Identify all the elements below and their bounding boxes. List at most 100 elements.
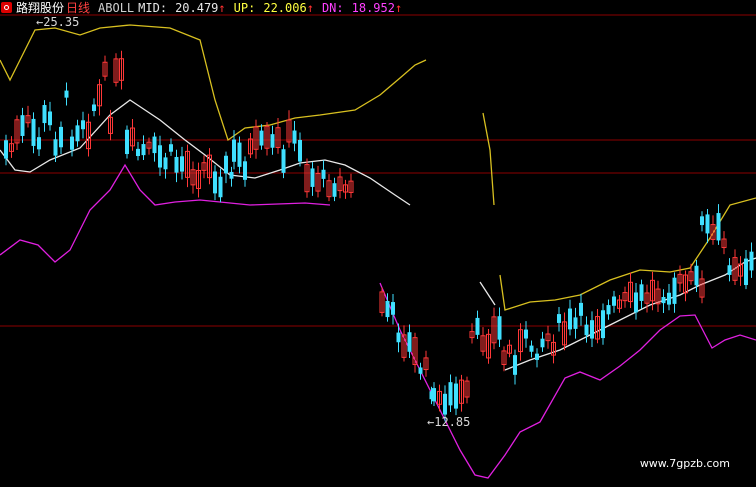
candle-body-fall <box>237 142 242 167</box>
candle-body-fall <box>661 297 666 304</box>
candle-body-fall <box>259 130 264 146</box>
candle-body-fall <box>75 125 80 142</box>
candle-body-fall <box>81 120 85 130</box>
up-band-mid <box>482 112 495 206</box>
candle-body-fall <box>418 367 423 374</box>
mid-label: MID: <box>138 1 168 15</box>
candle-body-fall <box>218 176 223 198</box>
candlestick-chart[interactable] <box>0 0 756 487</box>
candle-body-fall <box>573 317 578 329</box>
candle-body-fall <box>158 145 162 168</box>
period-label[interactable]: 日线 <box>66 1 90 15</box>
candle-body-fall <box>524 329 528 339</box>
candle-body-fall <box>163 157 168 170</box>
candle-body-fall <box>667 292 671 305</box>
candle-body-fall <box>568 308 572 330</box>
candle-body-fall <box>540 338 545 348</box>
indicator-name[interactable]: ABOLL <box>98 1 134 15</box>
candle-body-fall <box>391 302 395 315</box>
candle-body-fall <box>385 300 390 318</box>
candle-body-fall <box>601 310 605 339</box>
candle-body-fall <box>407 332 412 352</box>
candle-body-fall <box>579 302 583 316</box>
candle-body-fall <box>180 156 184 172</box>
candle-body-fall <box>270 134 275 148</box>
mid-band-mid <box>479 281 496 306</box>
candle-body-fall <box>612 296 616 306</box>
candle-body-fall <box>292 130 297 144</box>
up-value: 22.006 <box>263 1 307 15</box>
dn-band-left <box>0 163 331 263</box>
candle-body-fall <box>727 265 732 275</box>
candle-body-fall <box>229 171 234 179</box>
up-arrow-icon: ↑ <box>306 1 314 15</box>
candle-body-fall <box>529 345 534 352</box>
dn-arrow-icon: ↑ <box>394 1 403 15</box>
max-price-label: 25.35 <box>43 15 80 29</box>
candle-body-fall <box>224 155 228 174</box>
candle-body-fall <box>42 105 47 124</box>
candle-body-fall <box>448 382 453 406</box>
candle-body-fall <box>590 320 594 339</box>
candle-body-fall <box>584 324 589 336</box>
chart-gridlines <box>0 14 756 327</box>
watermark: www.7gpzb.com <box>639 457 730 470</box>
candle-body-fall <box>281 149 286 173</box>
candle-body-fall <box>53 139 58 156</box>
candle-body-fall <box>700 216 704 226</box>
candle-body-fall <box>396 332 401 343</box>
candle-body-fall <box>321 169 326 179</box>
candle-body-fall <box>232 139 236 162</box>
candle-body-fall <box>310 168 315 187</box>
candle-body-fall <box>749 251 754 271</box>
candle-body-fall <box>125 129 129 155</box>
candle-body-fall <box>705 214 710 234</box>
candle-body-fall <box>454 383 458 409</box>
candle-body-fall <box>70 136 74 150</box>
candle-body-fall <box>92 104 96 112</box>
candle-body-fall <box>4 140 8 159</box>
mid-arrow-icon: ↑ <box>218 1 226 15</box>
aboll-bands <box>0 24 756 479</box>
candle-body-fall <box>174 156 179 173</box>
mid-value: 20.479 <box>175 1 219 15</box>
candle-body-fall <box>557 314 561 323</box>
candle-body-fall <box>634 292 638 313</box>
up-label: UP: <box>233 1 256 15</box>
candles <box>4 50 754 422</box>
candle-body-fall <box>694 265 699 286</box>
candle-body-fall <box>606 305 611 315</box>
candle-body-fall <box>243 161 247 180</box>
candle-body-fall <box>31 118 36 146</box>
candle-body-fall <box>136 148 140 157</box>
candle-body-fall <box>141 144 146 156</box>
candle-body-fall <box>672 277 677 304</box>
indicator-header: 路翔股份 日线 ABOLL MID: 20.479↑ UP: 22.006↑ DN: 18.95… <box>0 1 402 15</box>
candle-body-fall <box>475 317 480 335</box>
max-price-marker: ←25.35 <box>36 15 80 29</box>
candle-body-fall <box>298 139 302 162</box>
candle-body-fall <box>744 258 748 286</box>
candle-body-fall <box>639 284 644 301</box>
candle-body-fall <box>332 183 337 197</box>
candle-body-fall <box>64 90 69 98</box>
candle-body-fall <box>443 393 447 415</box>
candle-body-fall <box>20 115 25 136</box>
candle-body-fall <box>152 136 157 154</box>
candle-body-fall <box>535 353 539 360</box>
dn-value: 18.952 <box>351 1 395 15</box>
candle-body-fall <box>59 126 63 148</box>
candle-body-fall <box>513 355 517 375</box>
candle-body-fall <box>213 171 217 194</box>
candle-body-fall <box>48 111 52 126</box>
up-band-left <box>0 24 427 142</box>
dn-label: DN: <box>321 1 344 15</box>
candle-body-fall <box>432 388 436 402</box>
candle-body-fall <box>497 316 502 340</box>
stock-name[interactable]: 路翔股份 <box>16 1 64 15</box>
candle-body-fall <box>716 213 721 241</box>
candle-body-fall <box>169 144 173 152</box>
candle-body-fall <box>37 137 41 150</box>
min-price-marker: ←12.85 <box>427 415 471 429</box>
min-price-label: 12.85 <box>434 415 471 429</box>
